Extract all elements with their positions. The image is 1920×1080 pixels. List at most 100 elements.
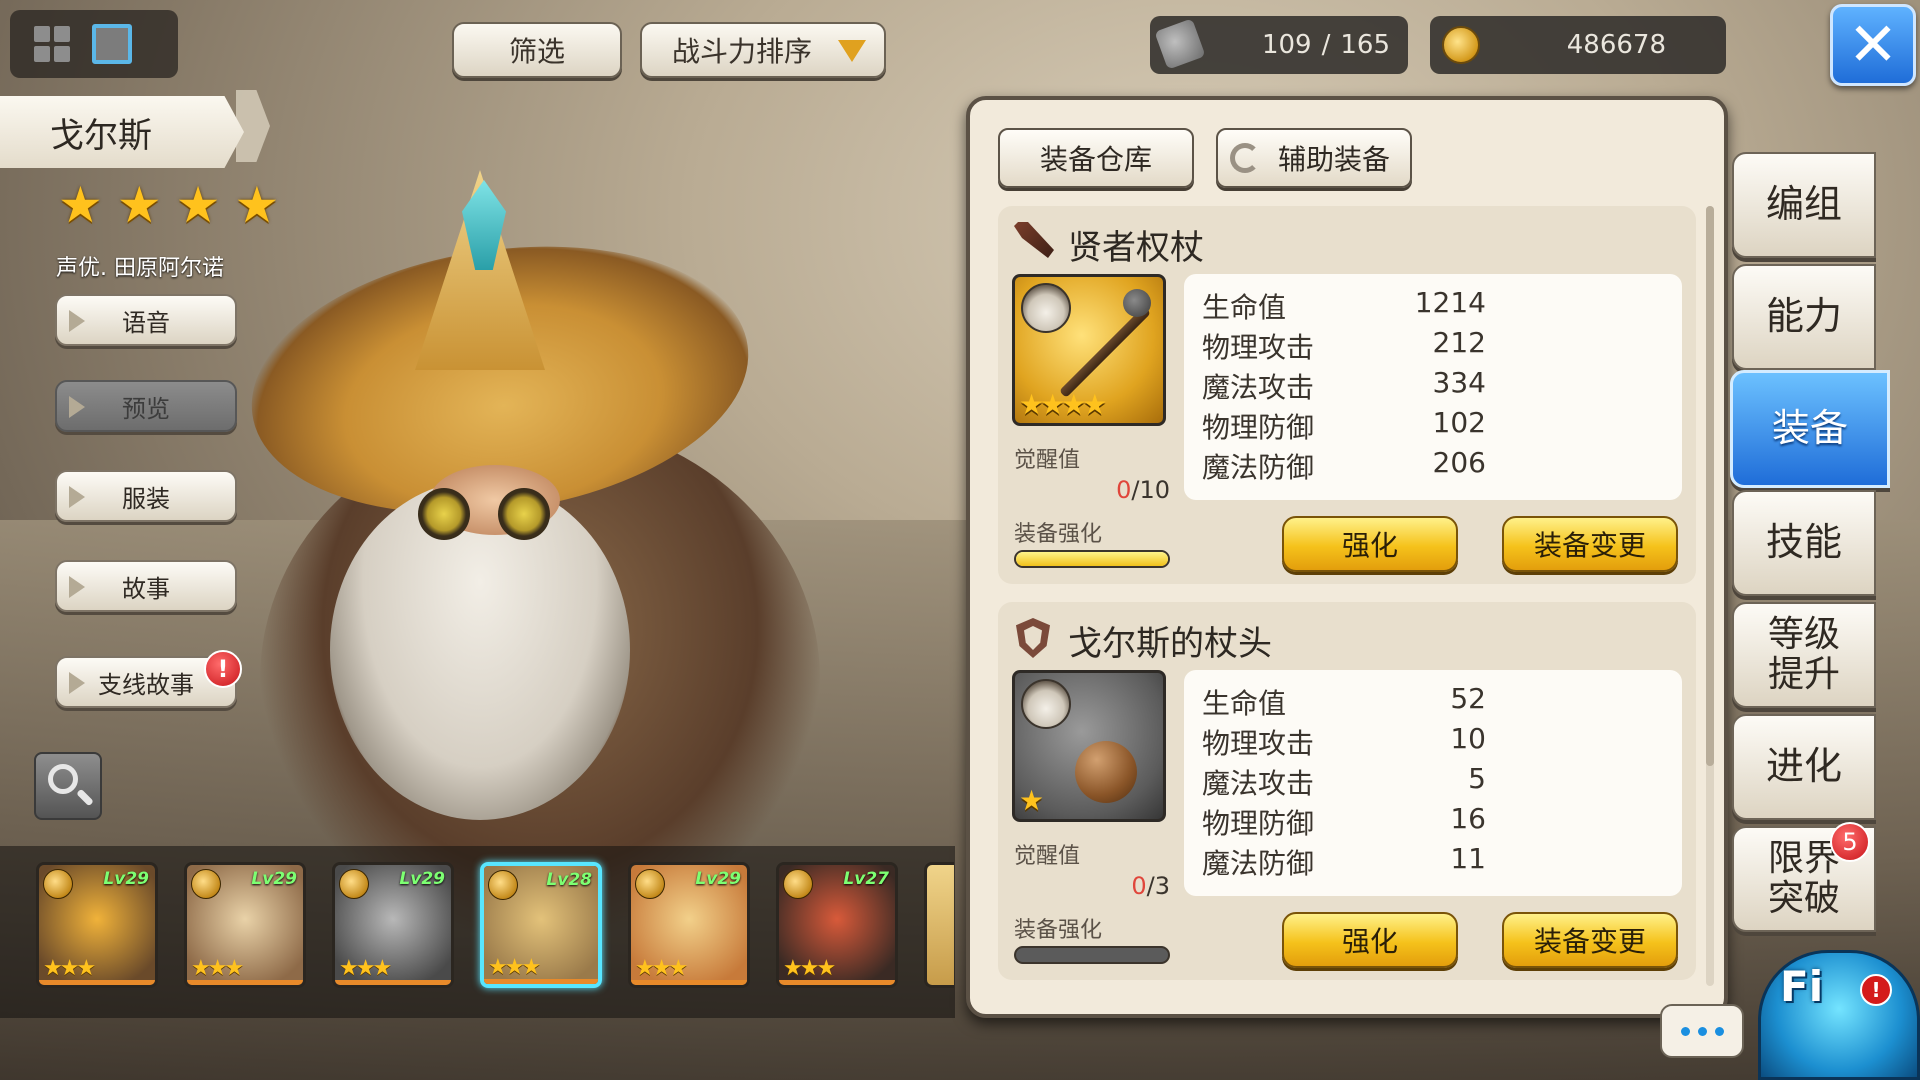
stat-label: 生命值 — [1202, 687, 1287, 720]
weapon-icon — [1014, 222, 1054, 258]
stat-value: 212 — [1432, 326, 1486, 359]
side-story-alert-badge: ! — [204, 650, 242, 688]
preview-button[interactable]: 预览 — [55, 380, 237, 432]
gold-amount: 486678 — [1566, 30, 1666, 60]
close-button[interactable]: ✕ — [1830, 4, 1916, 86]
stat-value: 16 — [1450, 802, 1486, 835]
play-icon — [69, 576, 85, 598]
hero-card-stars: ★★★ — [783, 956, 836, 981]
stat-row: 物理防御 102 — [1202, 406, 1486, 446]
hero-xp-bar — [335, 980, 451, 985]
nav-evolve[interactable]: 进化 — [1732, 714, 1876, 820]
hero-card[interactable]: Lv29 ★★★ — [332, 862, 454, 988]
sort-dropdown[interactable]: 战斗力排序 — [640, 22, 886, 78]
close-icon: ✕ — [1847, 10, 1899, 80]
hero-card-stars: ★★★ — [43, 956, 96, 981]
awaken-value: 0/3 — [1110, 872, 1170, 900]
voice-label: 语音 — [122, 308, 170, 337]
chat-button[interactable] — [1660, 1004, 1744, 1058]
enhance-label: 装备强化 — [1014, 522, 1103, 547]
nav-ability[interactable]: 能力 — [1732, 264, 1876, 370]
stat-label: 物理防御 — [1202, 807, 1315, 840]
voice-button[interactable]: 语音 — [55, 294, 237, 346]
hero-portrait-icon — [1021, 679, 1071, 729]
play-icon — [69, 672, 85, 694]
stat-label: 生命值 — [1202, 291, 1287, 324]
stat-row: 魔法防御 206 — [1202, 446, 1486, 486]
enhance-progress-fill — [1016, 552, 1168, 566]
change-equipment-button[interactable]: 装备变更 — [1502, 516, 1678, 572]
awaken-current: 0 — [1131, 872, 1147, 900]
stat-row: 生命值 1214 — [1202, 286, 1486, 326]
hero-card[interactable]: Lv29 ★★★ — [628, 862, 750, 988]
item-image[interactable]: ★★★★ — [1012, 274, 1166, 426]
hero-level: Lv28 — [546, 870, 592, 890]
enhance-label: 装备强化 — [1014, 918, 1103, 943]
staff-icon — [1059, 306, 1151, 398]
stat-label: 魔法防御 — [1202, 847, 1315, 880]
hero-xp-bar — [187, 980, 303, 985]
play-icon — [69, 310, 85, 332]
hero-xp-bar — [484, 979, 598, 984]
stat-row: 魔法防御 11 — [1202, 842, 1486, 882]
hero-xp-bar — [779, 980, 895, 985]
preview-label: 预览 — [122, 394, 170, 423]
hero-card[interactable]: Lv27 ★★★ — [776, 862, 898, 988]
character-beard — [330, 480, 630, 820]
scrollbar-thumb[interactable] — [1706, 206, 1714, 766]
element-icon — [339, 869, 369, 899]
enhance-button[interactable]: 强化 — [1282, 516, 1458, 572]
story-button[interactable]: 故事 — [55, 560, 237, 612]
stat-value: 334 — [1432, 366, 1486, 399]
stat-value: 102 — [1432, 406, 1486, 439]
hero-card-stars: ★★★ — [635, 956, 688, 981]
stat-row: 物理防御 16 — [1202, 802, 1486, 842]
star-icon: ★ — [116, 176, 162, 234]
hero-card[interactable]: Lv29 ★★★ — [184, 862, 306, 988]
view-toggle — [10, 10, 178, 78]
item-image[interactable]: ★ — [1012, 670, 1166, 822]
hero-level: Lv29 — [695, 869, 741, 889]
nav-skill[interactable]: 技能 — [1732, 490, 1876, 596]
item-name: 贤者权杖 — [1068, 228, 1204, 268]
nav-equipment[interactable]: 装备 — [1730, 370, 1890, 488]
star-icon: ★ — [58, 176, 103, 234]
element-icon — [191, 869, 221, 899]
star-icon: ★ — [234, 176, 280, 234]
nav-team[interactable]: 编组 — [1732, 152, 1876, 258]
nav-level-up[interactable]: 等级 提升 — [1732, 602, 1876, 708]
hero-card[interactable]: Lv29 ★★★ — [36, 862, 158, 988]
nav-level-up-line2: 提升 — [1767, 654, 1840, 695]
enhance-button[interactable]: 强化 — [1282, 912, 1458, 968]
stat-row: 魔法攻击 334 — [1202, 366, 1486, 406]
hero-card[interactable]: Lv28 ★★★ — [480, 862, 602, 988]
chat-dot-icon — [1714, 1026, 1724, 1036]
filter-button[interactable]: 筛选 — [452, 22, 622, 78]
hero-card-partial[interactable] — [924, 862, 954, 988]
staff-head-orb-icon — [1075, 741, 1137, 803]
hero-stars: ★ ★ ★ ★ — [58, 180, 279, 230]
awaken-current: 0 — [1116, 476, 1132, 504]
zoom-button[interactable] — [34, 752, 102, 820]
costume-button[interactable]: 服装 — [55, 470, 237, 522]
equipment-warehouse-button[interactable]: 装备仓库 — [998, 128, 1194, 188]
hero-portrait-icon — [1021, 283, 1071, 333]
nav-limit-break-line1: 限界 — [1767, 838, 1840, 880]
item-stars: ★ — [1019, 784, 1044, 817]
grid-view-icon[interactable] — [34, 26, 70, 62]
stat-value: 52 — [1450, 682, 1486, 715]
change-equipment-button[interactable]: 装备变更 — [1502, 912, 1678, 968]
story-label: 故事 — [122, 574, 170, 603]
stat-label: 物理防御 — [1202, 411, 1315, 444]
shield-icon — [1016, 618, 1050, 658]
stamina-current: 109 — [1261, 30, 1312, 60]
hero-card-stars: ★★★ — [339, 956, 392, 981]
stat-row: 魔法攻击 5 — [1202, 762, 1486, 802]
staff-head — [1123, 289, 1151, 317]
element-icon — [488, 870, 518, 900]
item-stars: ★★★★ — [1019, 388, 1107, 421]
auxiliary-equipment-button[interactable]: 辅助装备 — [1216, 128, 1412, 188]
hero-level: Lv29 — [251, 869, 297, 889]
single-view-icon[interactable] — [92, 24, 132, 64]
element-icon — [635, 869, 665, 899]
